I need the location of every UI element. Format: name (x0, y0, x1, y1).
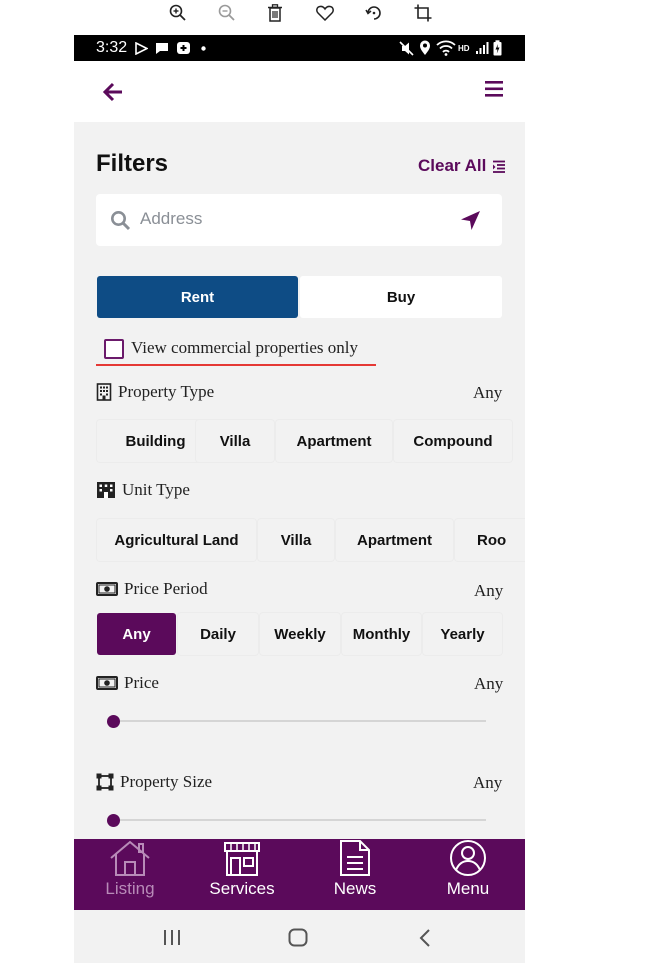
price-value: Any (474, 674, 504, 693)
price-label: Price (124, 673, 159, 692)
more-notifications-dot-icon (201, 46, 206, 51)
nav-services-label: Services (209, 879, 275, 898)
property-type-chip-apartment[interactable]: Apartment (276, 420, 392, 462)
property-type-chip-compound[interactable]: Compound (394, 420, 512, 462)
system-navigation-bar (74, 910, 525, 963)
price-period-label: Price Period (124, 579, 208, 598)
unit-type-chip-apartment[interactable]: Apartment (336, 519, 453, 561)
page-title: Filters (96, 150, 169, 177)
unit-type-chip-roo[interactable]: Roo (455, 519, 525, 561)
address-search-input[interactable]: Address (96, 194, 502, 246)
search-placeholder: Address (140, 209, 203, 228)
message-icon (156, 43, 168, 54)
search-icon (111, 211, 131, 231)
property-size-header: Property Size (96, 772, 212, 792)
recent-apps-icon[interactable] (163, 929, 181, 946)
unit-type-chip-villa[interactable]: Villa (258, 519, 334, 561)
property-size-value: Any (473, 773, 503, 792)
unit-type-chip-agricultural-land[interactable]: Agricultural Land (97, 519, 256, 561)
property-size-label: Property Size (120, 772, 213, 791)
mute-icon (399, 41, 414, 56)
locate-me-icon[interactable] (460, 210, 481, 231)
bottom-nav: Listing Services News Menu (74, 839, 525, 910)
status-bar: 3:32 HD (74, 35, 525, 61)
home-icon[interactable] (288, 928, 308, 947)
commercial-only-checkbox[interactable] (104, 339, 124, 359)
wifi-icon (436, 40, 456, 56)
back-arrow-icon[interactable] (102, 82, 124, 102)
location-icon (420, 40, 430, 55)
viewer-toolbar (0, 0, 662, 28)
app-bar (74, 61, 525, 122)
heart-icon[interactable] (312, 0, 338, 26)
property-type-value: Any (473, 383, 503, 402)
price-period-chip-yearly[interactable]: Yearly (423, 613, 502, 655)
commercial-underline (96, 364, 376, 366)
hd-icon: HD (458, 44, 470, 53)
resize-frame-icon (96, 773, 114, 791)
price-header: Price (96, 673, 159, 693)
building-icon (96, 383, 112, 401)
play-store-icon (135, 42, 148, 55)
property-size-slider-track[interactable] (114, 819, 486, 821)
rent-toggle-button[interactable]: Rent (97, 276, 298, 318)
price-period-chip-monthly[interactable]: Monthly (342, 613, 421, 655)
commercial-only-label: View commercial properties only (131, 338, 358, 357)
price-period-chip-any[interactable]: Any (97, 613, 176, 655)
clear-list-icon (493, 160, 506, 173)
clear-all-label: Clear All (418, 156, 487, 175)
user-circle-icon (450, 840, 486, 876)
nav-menu[interactable]: Menu (412, 839, 524, 910)
buy-toggle-button[interactable]: Buy (300, 276, 502, 318)
filters-panel: Filters Clear All Address Rent Buy View … (74, 122, 525, 839)
battery-icon (493, 40, 502, 56)
price-period-value: Any (474, 581, 504, 600)
phone-screen: 3:32 HD Filters Clear All Address Rent B… (74, 35, 525, 963)
price-period-chip-daily[interactable]: Daily (178, 613, 258, 655)
signal-icon (476, 42, 489, 54)
hamburger-menu-icon[interactable] (484, 80, 504, 98)
zoom-out-icon[interactable] (214, 0, 240, 26)
house-icon (110, 840, 150, 876)
svg-text:HD: HD (458, 44, 470, 53)
price-slider-track[interactable] (114, 720, 486, 722)
add-box-icon (177, 42, 190, 54)
crop-icon[interactable] (410, 0, 436, 26)
unit-type-label: Unit Type (122, 480, 190, 499)
rotate-icon[interactable] (361, 0, 387, 26)
property-type-label: Property Type (118, 382, 215, 401)
hotel-building-icon (97, 482, 115, 498)
nav-menu-label: Menu (446, 879, 490, 898)
status-time: 3:32 (96, 39, 128, 56)
clear-all-button[interactable]: Clear All (418, 156, 506, 176)
cash-icon (96, 582, 118, 596)
cash-icon (96, 676, 118, 690)
document-icon (340, 840, 370, 876)
storefront-icon (224, 842, 260, 876)
trash-icon[interactable] (262, 0, 288, 26)
nav-news[interactable]: News (299, 839, 411, 910)
commercial-only-option[interactable]: View commercial properties only (96, 334, 376, 367)
price-period-header: Price Period (96, 579, 208, 599)
unit-type-header: Unit Type (96, 480, 190, 500)
zoom-in-icon[interactable] (165, 0, 191, 26)
property-type-header: Property Type (96, 382, 214, 402)
back-icon[interactable] (419, 929, 431, 947)
property-type-chip-villa[interactable]: Villa (196, 420, 274, 462)
nav-listing[interactable]: Listing (74, 839, 186, 910)
nav-listing-label: Listing (105, 879, 155, 898)
property-size-slider-thumb[interactable] (107, 814, 120, 827)
price-slider-thumb[interactable] (107, 715, 120, 728)
nav-services[interactable]: Services (186, 839, 298, 910)
price-period-chip-weekly[interactable]: Weekly (260, 613, 340, 655)
nav-news-label: News (333, 879, 377, 898)
